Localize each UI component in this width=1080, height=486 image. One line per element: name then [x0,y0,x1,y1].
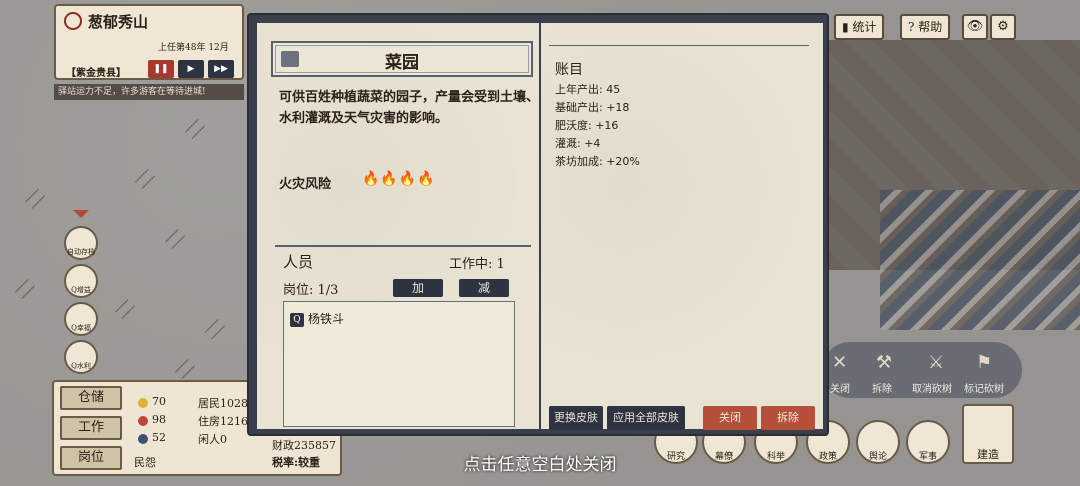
tool-mark-chop[interactable]: 标记砍树 [964,380,1004,395]
building-title: 菜园 [385,53,419,73]
ledger-row: 上年产出: 45 [555,83,621,96]
housing-value: 住房1216 [198,415,248,428]
building-dialog: 菜园 可供百姓种植蔬菜的园子，产量会受到土壤、水利灌溉及天气灾害的影响。 火灾风… [247,13,829,436]
staff-divider [275,245,531,247]
work-button[interactable]: 工作 [60,416,122,440]
close-hint: 点击任意空白处关闭 [463,455,617,475]
tool-demolish[interactable]: 拆除 [872,380,892,395]
staff-heading: 人员 [283,253,314,271]
building-icon [281,51,299,67]
staff-name: 杨铁斗 [308,312,345,326]
collapse-arrow-icon[interactable] [73,210,89,218]
heart-icon [138,416,148,426]
tool-close[interactable]: 关闭 [830,380,850,395]
gear-icon[interactable]: ⚙ [990,14,1016,40]
water-button[interactable]: Q水利 [64,340,98,374]
search-icon[interactable]: Q [290,312,304,327]
boost-button[interactable]: Q增益 [64,264,98,298]
chart-icon: ▮ [842,20,853,34]
flame-icon: 🔥🔥🔥🔥 [362,171,436,187]
smile-icon [138,398,148,408]
remove-worker-button[interactable]: 减 [459,279,509,297]
pause-button[interactable]: ❚❚ [148,60,174,78]
play-button[interactable]: ▶ [178,60,204,78]
staff-list: Q 杨铁斗 [283,301,515,427]
axe-mark-icon: ⚑ [976,352,993,373]
info-pane: 菜园 可供百姓种植蔬菜的园子，产量会受到土壤、水利灌溉及天气灾害的影响。 火灾风… [257,23,539,429]
stats-button[interactable]: ▮ 统计 [834,14,885,40]
ledger-row: 基础产出: +18 [555,101,630,114]
happiness-button[interactable]: Q幸福 [64,302,98,336]
people-value: 52 [152,431,166,444]
city-rank: 【紫金贵县】 [66,68,126,79]
term-date: 上任第48年 12月 [158,43,229,53]
happiness-value: 70 [152,395,166,408]
warehouse-button[interactable]: 仓储 [60,386,122,410]
list-item[interactable]: Q 杨铁斗 [290,310,344,327]
title-box: 菜园 [271,41,533,77]
ledger-row: 灌溉: +4 [555,137,601,150]
hammer-icon: ⚒ [876,352,893,373]
help-button[interactable]: ? 帮助 [900,14,951,40]
add-worker-button[interactable]: 加 [393,279,443,297]
tool-cancel-chop[interactable]: 取消砍树 [912,380,952,395]
axe-icon: ⚔ [928,352,945,373]
close-tool-icon: ✕ [832,352,848,373]
notice-bar: 驿站运力不足，许多游客在等待进城! [54,84,244,100]
ledger-row: 茶坊加成: +20% [555,155,640,168]
fire-risk-label: 火灾风险 [279,177,332,192]
seal-icon [64,12,82,30]
city-name: 葱郁秀山 [88,13,149,31]
autosave-button[interactable]: 自动存档 [64,226,98,260]
apply-all-skin-button[interactable]: 应用全部皮肤 [607,406,685,430]
fast-forward-button[interactable]: ▶▶ [208,60,234,78]
city-card: 葱郁秀山 上任第48年 12月 【紫金贵县】 ❚❚ ▶ ▶▶ [54,4,244,80]
ledger-pane: 账目 上年产出: 45 基础产出: +18 肥沃度: +16 灌溉: +4 茶坊… [541,23,823,430]
residents-value: 居民1028 [198,397,248,410]
post-count: 岗位: 1/3 [283,283,339,298]
idle-value: 闲人0 [198,433,227,446]
question-icon: ? [908,20,919,34]
close-button[interactable]: 关闭 [703,406,757,430]
ledger-title: 账目 [555,62,583,78]
working-count: 工作中: 1 [449,257,505,272]
ledger-divider [549,45,809,46]
demolish-button[interactable]: 拆除 [761,406,815,430]
building-description: 可供百姓种植蔬菜的园子，产量会受到土壤、水利灌溉及天气灾害的影响。 [279,90,540,126]
people-icon [138,434,148,444]
eye-icon[interactable]: 👁 [962,14,988,40]
ledger-row: 肥沃度: +16 [555,119,619,132]
health-value: 98 [152,413,166,426]
change-skin-button[interactable]: 更换皮肤 [549,406,603,430]
